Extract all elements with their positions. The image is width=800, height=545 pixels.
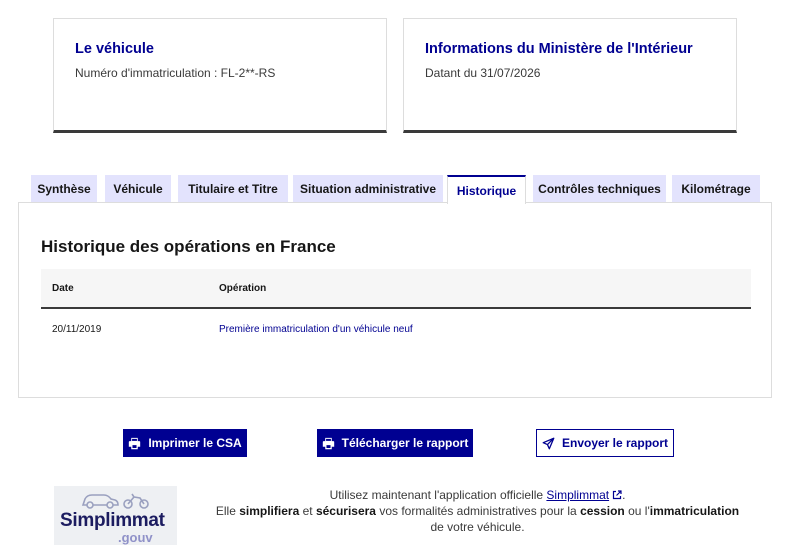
paper-plane-icon [542,437,555,450]
tab-vehicule[interactable]: Véhicule [105,175,171,203]
download-report-label: Télécharger le rapport [341,436,469,450]
column-header-date: Date [52,282,74,294]
ministry-card-title: Informations du Ministère de l'Intérieur [425,41,693,57]
car-moto-icon [81,493,149,509]
promo-text-part: de votre véhicule. [430,520,525,534]
data-date: Datant du 31/07/2026 [425,66,541,80]
vehicle-card-title: Le véhicule [75,41,154,57]
printer-icon [322,437,335,450]
simplimmat-link[interactable]: Simplimmat [546,488,622,502]
promo-text-bold: sécurisera [315,504,376,518]
history-table-header: Date Opération [41,269,751,309]
print-csa-button[interactable]: Imprimer le CSA [123,429,247,457]
tab-historique[interactable]: Historique [447,175,526,204]
promo-text-bold: immatriculation [649,504,740,518]
simplimmat-link-label: Simplimmat [546,488,610,502]
tab-controles-techniques[interactable]: Contrôles techniques [533,175,666,203]
send-report-button[interactable]: Envoyer le rapport [536,429,674,457]
logo-gouv: .gouv [118,530,153,545]
ministry-card: Informations du Ministère de l'Intérieur… [403,18,737,133]
tab-situation-administrative[interactable]: Situation administrative [293,175,443,203]
promo-text-part: Elle [215,504,240,518]
app-promo-text: Utilisez maintenant l'application offici… [210,487,745,535]
printer-icon [128,437,141,450]
send-report-label: Envoyer le rapport [561,436,669,450]
registration-number: Numéro d'immatriculation : FL-2**-RS [75,66,276,80]
promo-text-bold: cession [580,504,625,518]
external-link-icon [612,490,622,500]
promo-text-part: vos formalités administratives pour la [375,504,581,518]
tab-kilometrage[interactable]: Kilométrage [672,175,760,203]
table-row: 20/11/2019 Première immatriculation d'un… [41,311,751,347]
promo-text-intro: Utilisez maintenant l'application offici… [329,488,547,502]
promo-text-part: ou l' [624,504,650,518]
tab-synthese[interactable]: Synthèse [31,175,97,203]
promo-text-part: et [299,504,316,518]
download-report-button[interactable]: Télécharger le rapport [317,429,473,457]
history-panel: Historique des opérations en France Date… [18,202,772,398]
logo-wordmark: Simplimmat [60,510,165,531]
history-title: Historique des opérations en France [41,237,336,256]
print-csa-label: Imprimer le CSA [148,436,242,450]
promo-text-bold: simplifiera [239,504,300,518]
row-date: 20/11/2019 [52,323,102,335]
promo-text-period: . [622,488,626,502]
column-header-operation: Opération [219,282,267,294]
row-operation: Première immatriculation d'un véhicule n… [219,323,413,335]
tab-titulaire-titre[interactable]: Titulaire et Titre [178,175,288,203]
simplimmat-logo: Simplimmat .gouv [54,486,177,545]
vehicle-card: Le véhicule Numéro d'immatriculation : F… [53,18,387,133]
